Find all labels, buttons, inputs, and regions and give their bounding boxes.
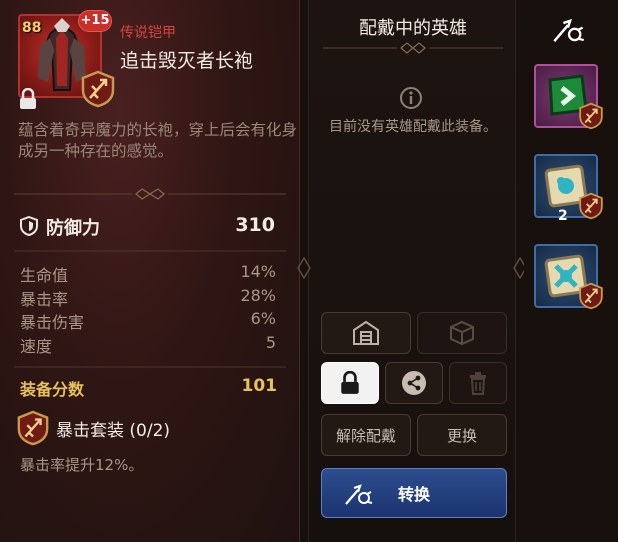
- set-effect: 暴击率提升12%。: [20, 456, 144, 474]
- slot-count: 2: [558, 208, 568, 224]
- trash-icon: [470, 372, 486, 395]
- inventory-slot[interactable]: [534, 64, 603, 130]
- empty-message: 目前没有英雄配戴此装备。: [329, 119, 497, 135]
- gear-score-value: 101: [241, 376, 278, 396]
- substat-label: 暴击伤害: [20, 313, 85, 332]
- substat-value: 5: [265, 332, 276, 352]
- substat-value: 6%: [250, 309, 276, 328]
- substat-value: 28%: [240, 285, 276, 305]
- convert-icon: [345, 484, 373, 505]
- share-button[interactable]: [385, 362, 443, 404]
- convert-icon[interactable]: [552, 18, 586, 48]
- lock-icon[interactable]: [18, 87, 38, 114]
- gear-score-label: 装备分数: [20, 380, 85, 399]
- enhance-badge: +15: [78, 10, 112, 32]
- substat-row: 速度 5: [20, 333, 276, 357]
- substat-list: 生命值 14% 暴击率 28% 暴击伤害 6% 速度 5: [20, 262, 276, 356]
- crit-set-icon: [578, 282, 604, 314]
- substat-row: 暴击伤害 6%: [20, 309, 276, 333]
- main-stat-label: 防御力: [46, 218, 100, 239]
- storage-button[interactable]: [321, 312, 411, 354]
- shield-icon: [20, 215, 38, 240]
- convert-button[interactable]: 转换: [321, 468, 507, 518]
- substat-row: 生命值 14%: [20, 262, 276, 286]
- lock-icon: [341, 371, 359, 394]
- substat-label: 暴击率: [20, 289, 69, 309]
- storage-icon: [353, 320, 379, 345]
- random-box-icon: [450, 320, 474, 346]
- inventory-slot[interactable]: [534, 244, 603, 310]
- inventory-strip: 2: [524, 0, 618, 542]
- substat-row: 暴击率 28%: [20, 286, 276, 310]
- ornament-divider: [14, 188, 286, 200]
- unequip-button[interactable]: 解除配戴: [321, 414, 411, 456]
- item-detail-panel: 88 +15 传说铠甲 追击毁灭者长袍 蕴含着奇异魔力的长袍，穿上后会有化身成另…: [0, 0, 300, 542]
- panel-title: 配戴中的英雄: [359, 18, 467, 39]
- crit-set-icon: [578, 192, 604, 224]
- substat-label: 速度: [20, 336, 53, 356]
- stat-divider: [14, 250, 286, 252]
- info-icon: [399, 86, 423, 114]
- item-level: 88: [22, 20, 42, 36]
- title-divider: [323, 42, 503, 54]
- substat-value: 14%: [240, 262, 276, 281]
- change-button[interactable]: 更换: [417, 414, 507, 456]
- main-stat-value: 310: [235, 214, 275, 236]
- item-name: 追击毁灭者长袍: [120, 50, 254, 72]
- share-icon: [402, 371, 426, 395]
- score-divider: [14, 366, 286, 368]
- substat-label: 生命值: [20, 266, 69, 285]
- item-rarity: 传说铠甲: [120, 25, 176, 41]
- convert-label: 转换: [397, 485, 430, 504]
- equipped-hero-panel: 配戴中的英雄 目前没有英雄配戴此装备。 解除配戴 更换 转换: [308, 0, 516, 542]
- edge-ornament: [297, 256, 311, 280]
- random-box-button[interactable]: [417, 312, 507, 354]
- crit-set-icon: [80, 70, 116, 112]
- lock-button[interactable]: [321, 362, 379, 404]
- crit-set-icon: [16, 410, 50, 450]
- delete-button[interactable]: [449, 362, 507, 404]
- crit-set-icon: [578, 102, 604, 134]
- set-name: 暴击套装 (0/2): [56, 421, 171, 441]
- item-description: 蕴含着奇异魔力的长袍，穿上后会有化身成另一种存在的感觉。: [18, 121, 298, 160]
